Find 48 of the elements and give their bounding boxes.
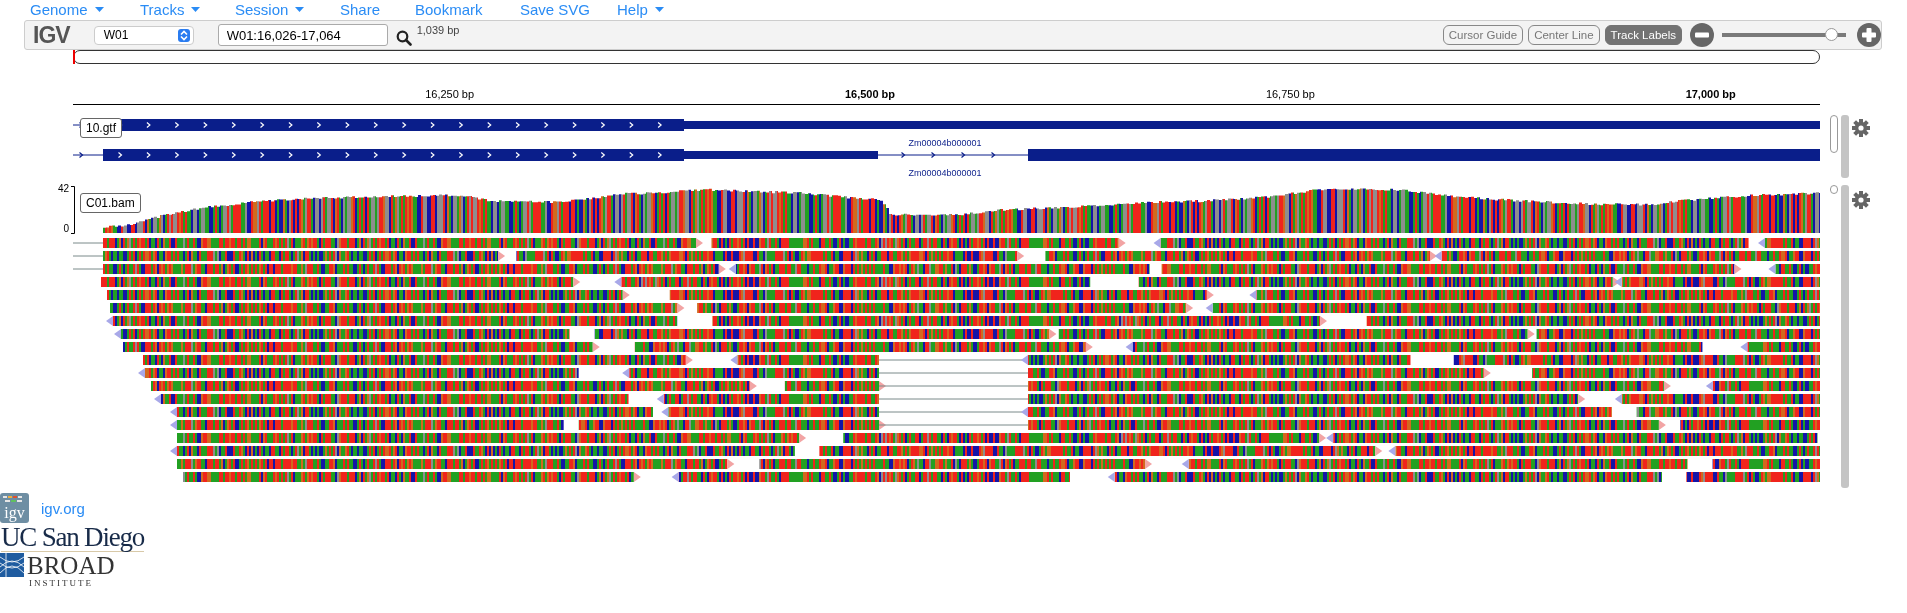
zoom-out-icon[interactable] xyxy=(1690,23,1714,47)
institute-subtitle: INSTITUTE xyxy=(29,578,94,590)
ruler-label: 16,500 bp xyxy=(844,88,896,100)
locus-field[interactable]: W01:16,026-17,064 xyxy=(217,24,388,46)
select-arrows-icon xyxy=(177,28,190,42)
caret-icon xyxy=(94,6,104,12)
menu-item[interactable]: Bookmark xyxy=(415,0,483,18)
scrollbar-track[interactable] xyxy=(1841,185,1849,488)
settings-icon[interactable] xyxy=(1852,191,1870,209)
genome-select[interactable]: W01 xyxy=(93,25,194,45)
igv-link[interactable]: igv.org xyxy=(41,499,85,517)
menu-item[interactable]: Share xyxy=(340,0,381,18)
toggle-button[interactable]: Center Line xyxy=(1528,25,1600,45)
ruler-label: 16,250 bp xyxy=(425,88,475,100)
caret-icon xyxy=(191,6,201,12)
toggle-button[interactable]: Track Labels xyxy=(1604,25,1682,45)
scale-min-label: 0 xyxy=(63,223,69,234)
gene-label: Zm00004b000001 xyxy=(908,138,982,148)
toggle-button[interactable]: Cursor Guide xyxy=(1442,25,1524,45)
region-width-label: 1,039 bp xyxy=(416,24,460,36)
gene-label: Zm00004b000001 xyxy=(908,168,982,178)
ruler-label: 17,000 bp xyxy=(1685,88,1736,100)
menu-item[interactable]: Session xyxy=(235,0,305,18)
slider-thumb[interactable] xyxy=(1825,28,1839,41)
scale-bracket xyxy=(71,186,75,234)
scrollbar-track[interactable] xyxy=(1841,115,1849,178)
settings-icon[interactable] xyxy=(1852,119,1870,137)
track-label: C01.bam xyxy=(80,193,141,213)
search-icon[interactable] xyxy=(395,30,412,46)
transcript-drawing[interactable] xyxy=(73,149,1820,161)
menu-item[interactable]: Save SVG xyxy=(520,0,591,18)
menu-item[interactable]: Tracks xyxy=(140,0,201,18)
region-marker xyxy=(73,50,75,64)
institute-logo: BROAD xyxy=(27,553,115,579)
caret-icon xyxy=(295,6,305,12)
zoom-in-icon[interactable] xyxy=(1857,23,1881,47)
scrollbar-thumb[interactable] xyxy=(1830,185,1838,194)
track-label: 10.gtf xyxy=(80,118,123,138)
menu-item[interactable]: Genome xyxy=(30,0,104,18)
scale-max-label: 42 xyxy=(57,183,69,194)
university-logo: UC San Diego xyxy=(1,523,145,553)
broad-logo-icon xyxy=(0,553,24,578)
igv-logo[interactable]: igv xyxy=(0,493,29,523)
ruler-label: 16,750 bp xyxy=(1265,88,1315,100)
menu-item[interactable]: Help xyxy=(617,0,664,18)
caret-icon xyxy=(654,6,664,12)
app-logo: IGV xyxy=(33,21,70,49)
scrollbar-thumb[interactable] xyxy=(1830,115,1838,153)
